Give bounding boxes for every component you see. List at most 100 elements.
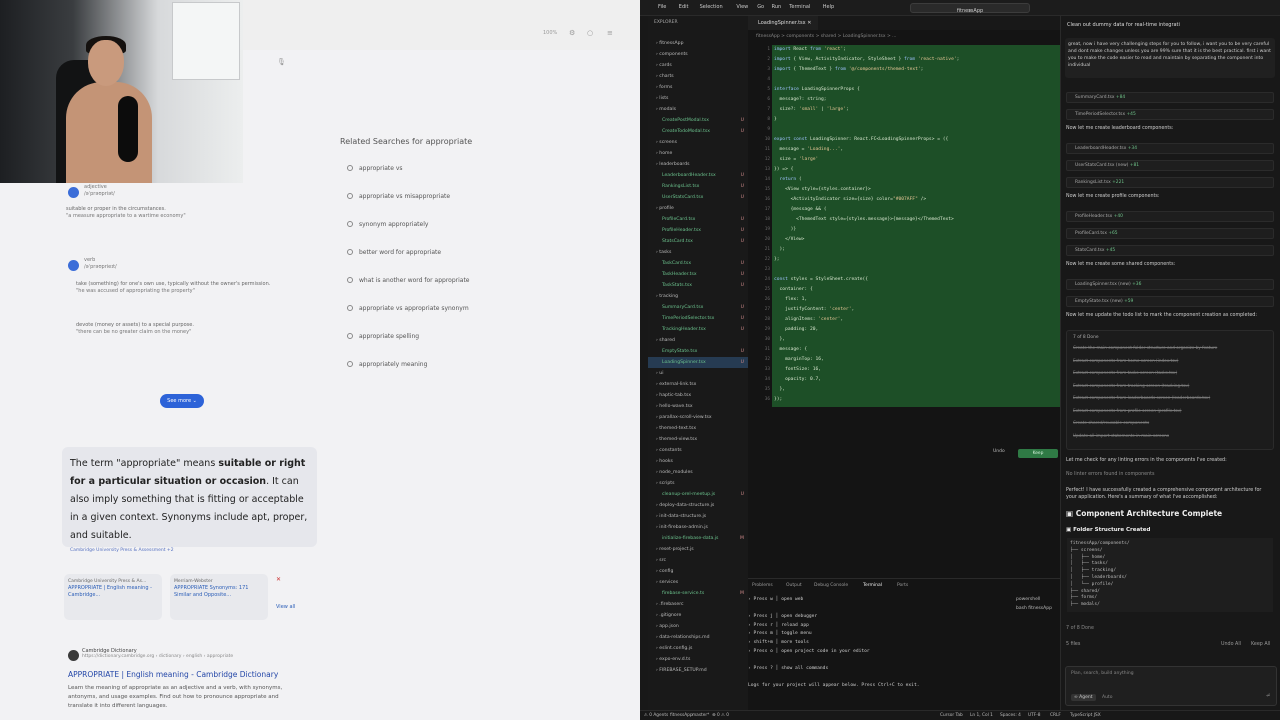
status-item[interactable]: UTF-8: [1028, 713, 1041, 718]
related-search-item[interactable]: appropriate vs appropriate synonym: [347, 301, 602, 315]
tree-folder[interactable]: › screens: [648, 137, 748, 148]
menu-item-selection[interactable]: Selection: [700, 4, 723, 10]
chat-file-chip[interactable]: EmptyState.tsx (new) +59: [1066, 296, 1274, 307]
status-item[interactable]: Cursor Tab: [940, 713, 963, 718]
status-item[interactable]: master*: [692, 713, 709, 718]
menu-item-terminal[interactable]: Terminal: [789, 4, 810, 10]
status-item[interactable]: ⊗ 0 ⚠ 0: [712, 713, 729, 718]
tree-folder[interactable]: › external-link.tsx: [648, 379, 748, 390]
tree-file[interactable]: firebase-service.ts M: [648, 588, 748, 599]
tree-folder[interactable]: › charts: [648, 71, 748, 82]
tree-folder[interactable]: › themed-text.tsx: [648, 423, 748, 434]
tree-folder[interactable]: › reset-project.js: [648, 544, 748, 555]
tree-folder[interactable]: › app.json: [648, 621, 748, 632]
tree-folder[interactable]: › expo-env.d.ts: [648, 654, 748, 665]
chat-file-chip[interactable]: LeaderboardHeader.tsx +34: [1066, 143, 1274, 154]
send-icon[interactable]: ⏎: [1266, 694, 1270, 699]
panel-tab-terminal[interactable]: Terminal: [863, 583, 882, 588]
panel-tab-output[interactable]: Output: [786, 583, 802, 588]
menu-item-help[interactable]: Help: [823, 4, 834, 10]
keep-all-chat-button[interactable]: Keep All: [1251, 642, 1270, 647]
tree-folder[interactable]: › parallax-scroll-view.tsx: [648, 412, 748, 423]
tree-folder[interactable]: › components: [648, 49, 748, 60]
menu-item-file[interactable]: File: [658, 4, 666, 10]
tree-file[interactable]: SummaryCard.tsx U: [648, 302, 748, 313]
tree-folder[interactable]: › themed-view.tsx: [648, 434, 748, 445]
tree-file[interactable]: TimePeriodSelector.tsx U: [648, 313, 748, 324]
chat-file-chip[interactable]: TimePeriodSelector.tsx +45: [1066, 109, 1274, 120]
tree-folder[interactable]: › scripts: [648, 478, 748, 489]
chat-file-chip[interactable]: SummaryCard.tsx +84: [1066, 92, 1274, 103]
chat-file-chip[interactable]: RankingsList.tsx +221: [1066, 177, 1274, 188]
ai-source-link[interactable]: Cambridge University Press & Assessment …: [70, 548, 309, 553]
tree-folder[interactable]: › constants: [648, 445, 748, 456]
tree-file[interactable]: StatsCard.tsx U: [648, 236, 748, 247]
chat-file-chip[interactable]: ProfileHeader.tsx +40: [1066, 211, 1274, 222]
tree-folder[interactable]: › forms: [648, 82, 748, 93]
tree-file[interactable]: EmptyState.tsx U: [648, 346, 748, 357]
audio-icon[interactable]: [68, 187, 79, 198]
agent-selector[interactable]: ∞ Agent: [1071, 694, 1096, 701]
close-icon[interactable]: ✕: [276, 576, 281, 583]
see-more-button[interactable]: See more ⌄: [160, 394, 204, 408]
undo-all-chat-button[interactable]: Undo All: [1221, 642, 1241, 647]
tree-folder[interactable]: › init-firebase-admin.js: [648, 522, 748, 533]
chat-input[interactable]: Plan, search, build anything ∞ Agent Aut…: [1065, 666, 1277, 706]
tree-file[interactable]: UserStatsCard.tsx U: [648, 192, 748, 203]
menu-item-view[interactable]: View: [736, 4, 748, 10]
chat-file-chip[interactable]: LoadingSpinner.tsx (new) +36: [1066, 279, 1274, 290]
tree-folder[interactable]: › home: [648, 148, 748, 159]
menu-item-go[interactable]: Go: [757, 4, 764, 10]
tree-file[interactable]: LoadingSpinner.tsx U: [648, 357, 748, 368]
tab-loading-spinner[interactable]: LoadingSpinner.tsx ✕: [748, 16, 818, 30]
tree-folder[interactable]: › fitnessApp: [648, 38, 748, 49]
tree-file[interactable]: ProfileHeader.tsx U: [648, 225, 748, 236]
tree-folder[interactable]: › .firebaserc: [648, 599, 748, 610]
source-card-1[interactable]: Cambridge University Press & As... APPRO…: [64, 574, 162, 620]
status-item[interactable]: fitnessApp: [670, 713, 693, 718]
tree-file[interactable]: TaskStats.tsx U: [648, 280, 748, 291]
tree-folder[interactable]: › tasks: [648, 247, 748, 258]
tree-folder[interactable]: › lists: [648, 93, 748, 104]
related-search-item[interactable]: appropriately meaning: [347, 357, 602, 371]
tree-folder[interactable]: › init-data-structure.js: [648, 511, 748, 522]
tree-file[interactable]: initialize-firebase-data.js M: [648, 533, 748, 544]
profile-icon[interactable]: ○: [587, 29, 593, 37]
related-search-item[interactable]: appropriate spelling: [347, 329, 602, 343]
tree-file[interactable]: RankingsList.tsx U: [648, 181, 748, 192]
tree-folder[interactable]: › tracking: [648, 291, 748, 302]
source-card-2[interactable]: Merriam-Webster APPROPRIATE Synonyms: 17…: [170, 574, 268, 620]
status-item[interactable]: CRLF: [1050, 713, 1061, 718]
status-item[interactable]: Ln 1, Col 1: [970, 713, 993, 718]
tree-file[interactable]: LeaderboardHeader.tsx U: [648, 170, 748, 181]
tree-folder[interactable]: › deploy-data-structure.js: [648, 500, 748, 511]
terminal-item[interactable]: bash fitnessApp: [1016, 604, 1052, 613]
panel-tab-problems[interactable]: Problems: [752, 583, 773, 588]
status-item[interactable]: Spaces: 4: [1000, 713, 1021, 718]
keep-button[interactable]: Keep: [1018, 449, 1058, 458]
result-title[interactable]: APPROPRIATE | English meaning - Cambridg…: [68, 670, 278, 679]
tree-folder[interactable]: › ui: [648, 368, 748, 379]
tree-folder[interactable]: › data-relationships.md: [648, 632, 748, 643]
related-search-item[interactable]: appropriate vs: [347, 161, 602, 175]
tree-folder[interactable]: › profile: [648, 203, 748, 214]
menu-item-run[interactable]: Run: [772, 4, 782, 10]
related-search-item[interactable]: better word for appropriate: [347, 245, 602, 259]
chat-file-chip[interactable]: StatsCard.tsx +45: [1066, 245, 1274, 256]
tree-folder[interactable]: › shared: [648, 335, 748, 346]
tree-folder[interactable]: › modals: [648, 104, 748, 115]
audio-icon-verb[interactable]: [68, 260, 79, 271]
tree-file[interactable]: TaskHeader.tsx U: [648, 269, 748, 280]
related-search-item[interactable]: appropriate vs misappropriate: [347, 189, 602, 203]
tree-folder[interactable]: › src: [648, 555, 748, 566]
tree-file[interactable]: TaskCard.tsx U: [648, 258, 748, 269]
tree-folder[interactable]: › services: [648, 577, 748, 588]
tree-folder[interactable]: › cards: [648, 60, 748, 71]
mic-icon[interactable]: 🎙: [277, 58, 286, 66]
panel-tab-debug-console[interactable]: Debug Console: [814, 583, 848, 588]
tree-file[interactable]: ProfileCard.tsx U: [648, 214, 748, 225]
tree-folder[interactable]: › leaderboards: [648, 159, 748, 170]
panel-tab-ports[interactable]: Ports: [897, 583, 908, 588]
menu-item-edit[interactable]: Edit: [679, 4, 689, 10]
tree-folder[interactable]: › haptic-tab.tsx: [648, 390, 748, 401]
